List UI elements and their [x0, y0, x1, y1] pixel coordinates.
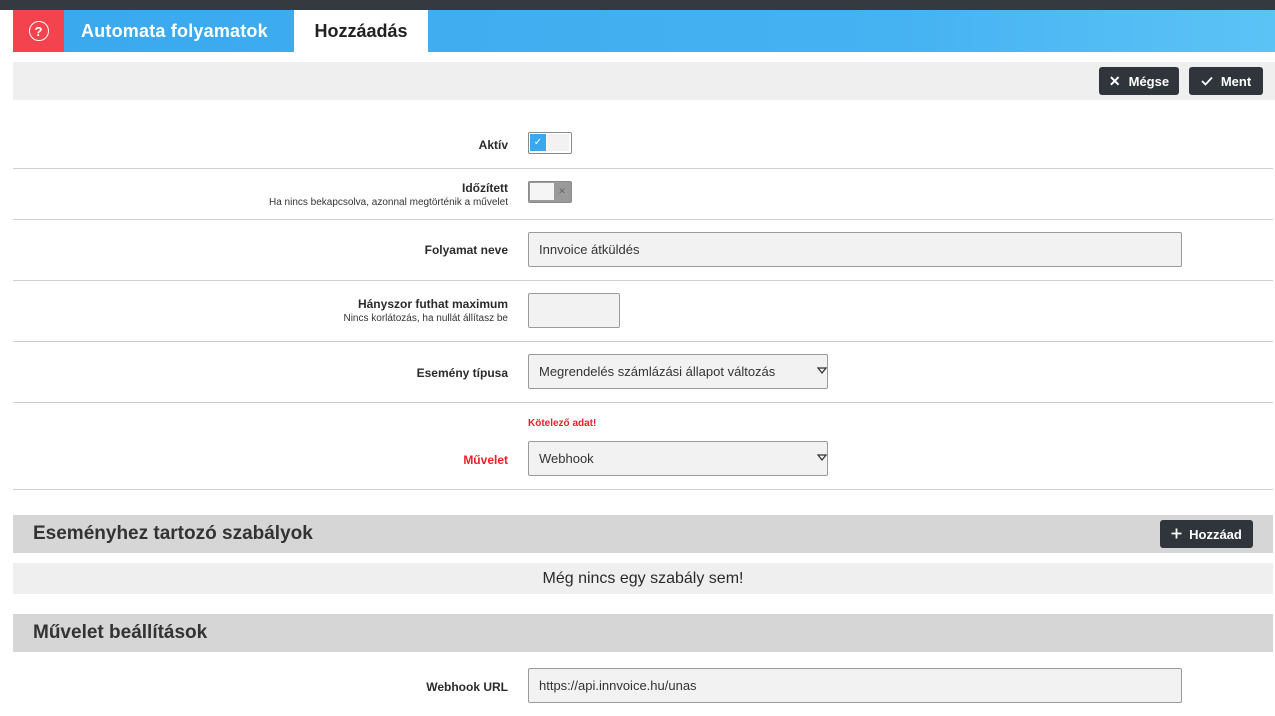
webhook-url-value: https://api.innvoice.hu/unas [539, 678, 697, 693]
process-name-label-wrap: Folyamat neve [425, 243, 508, 257]
add-rule-button-label: Hozzáad [1189, 526, 1242, 542]
scheduled-label-wrap: Időzített Ha nincs bekapcsolva, azonnal … [269, 181, 508, 208]
rules-section-title: Eseményhez tartozó szabályok [33, 523, 313, 544]
help-button[interactable]: ? [13, 10, 64, 52]
cancel-button[interactable]: ✕ Mégse [1099, 67, 1179, 95]
process-name-label: Folyamat neve [424, 243, 508, 257]
form-row-max-runs: Hányszor futhat maximum Nincs korlátozás… [13, 281, 1273, 342]
cancel-button-label: Mégse [1128, 73, 1170, 89]
form-row-webhook-url: Webhook URL https://api.innvoice.hu/unas [13, 656, 1273, 716]
add-rule-button[interactable]: Hozzáad [1160, 520, 1253, 548]
form-row-action: Kötelező adat! Művelet Webhook [13, 403, 1273, 490]
tab-add[interactable]: Hozzáadás [294, 10, 428, 52]
close-icon: ✕ [558, 186, 566, 196]
action-error: Kötelező adat! [528, 418, 597, 429]
active-toggle[interactable]: ✓ [528, 132, 572, 154]
action-settings-header: Művelet beállítások [13, 614, 1273, 652]
app-title[interactable]: Automata folyamatok [81, 10, 268, 52]
form-row-active: Aktív ✓ [13, 120, 1273, 169]
check-icon [1201, 73, 1213, 89]
check-icon: ✓ [530, 134, 546, 151]
action-settings-title: Művelet beállítások [33, 622, 208, 643]
event-type-label-wrap: Esemény típusa [417, 366, 508, 380]
process-name-input[interactable]: Innvoice átküldés [528, 232, 1182, 267]
scheduled-label: Időzített [462, 181, 508, 195]
active-label: Aktív [478, 138, 508, 152]
action-label-wrap: Művelet [463, 453, 508, 467]
rules-section-header: Eseményhez tartozó szabályok Hozzáad [13, 515, 1273, 553]
action-toolbar: ✕ Mégse Ment [13, 62, 1275, 100]
max-runs-hint: Nincs korlátozás, ha nullát állítasz be [343, 313, 508, 324]
max-runs-label-wrap: Hányszor futhat maximum Nincs korlátozás… [343, 297, 508, 324]
question-icon: ? [28, 21, 49, 41]
max-runs-label: Hányszor futhat maximum [357, 297, 508, 311]
action-select[interactable]: Webhook [528, 441, 828, 476]
top-bar [0, 0, 1275, 10]
active-label-wrap: Aktív [479, 138, 508, 152]
action-label: Művelet [463, 453, 508, 467]
webhook-url-input[interactable]: https://api.innvoice.hu/unas [528, 668, 1182, 703]
webhook-url-label: Webhook URL [426, 680, 508, 694]
header-bar: ? Automata folyamatok Hozzáadás [13, 10, 1275, 52]
scheduled-hint: Ha nincs bekapcsolva, azonnal megtörténi… [268, 197, 508, 208]
process-name-value: Innvoice átküldés [539, 242, 640, 257]
max-runs-input[interactable] [528, 293, 620, 328]
event-type-select[interactable]: Megrendelés számlázási állapot változás [528, 354, 828, 389]
plus-icon [1171, 527, 1182, 542]
scheduled-toggle[interactable]: ✕ [528, 181, 572, 203]
close-icon: ✕ [1108, 72, 1121, 89]
save-button[interactable]: Ment [1189, 67, 1263, 95]
toggle-knob [547, 134, 569, 151]
event-type-value: Megrendelés számlázási állapot változás [539, 364, 776, 379]
action-value: Webhook [539, 451, 594, 466]
event-type-label: Esemény típusa [416, 366, 508, 380]
form-row-event-type: Esemény típusa Megrendelés számlázási ál… [13, 342, 1273, 403]
webhook-url-label-wrap: Webhook URL [426, 680, 508, 694]
form-row-scheduled: Időzített Ha nincs bekapcsolva, azonnal … [13, 169, 1273, 220]
rules-empty-message: Még nincs egy szabály sem! [13, 563, 1273, 594]
form-row-process-name: Folyamat neve Innvoice átküldés [13, 220, 1273, 281]
toggle-knob [530, 183, 554, 200]
save-button-label: Ment [1220, 73, 1252, 89]
